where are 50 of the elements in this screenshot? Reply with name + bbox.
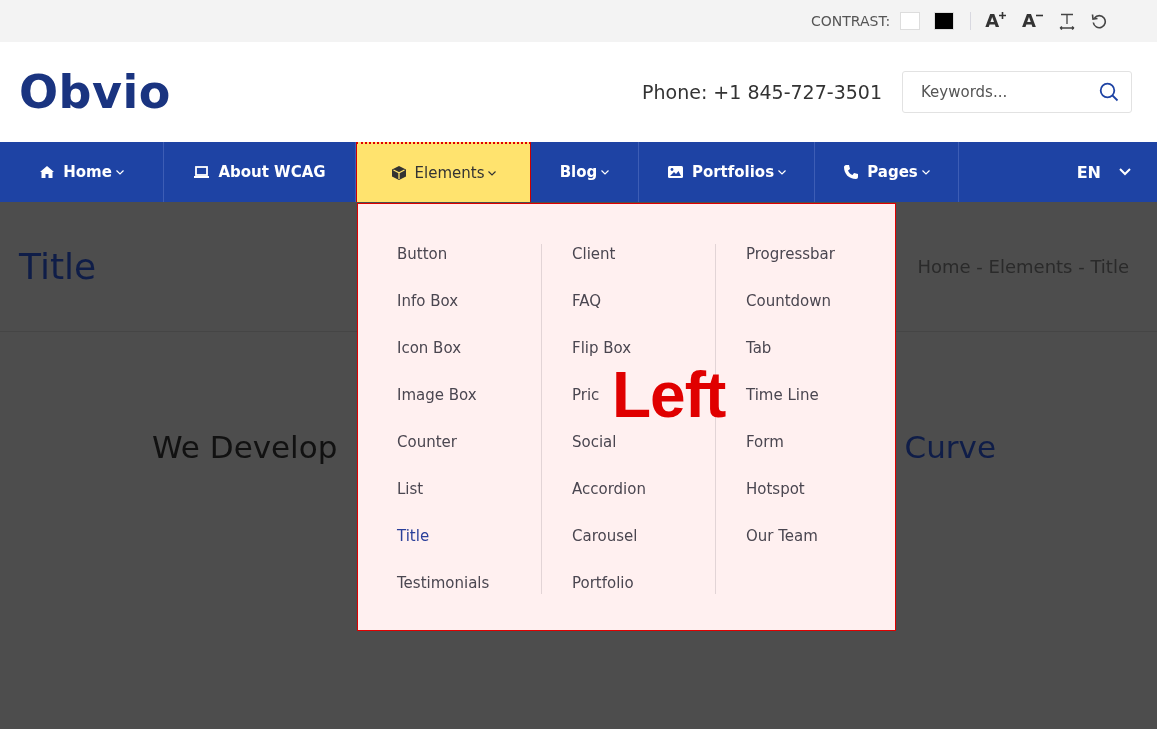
caret-icon <box>488 170 497 176</box>
section-heading: Curve <box>904 429 996 465</box>
contrast-swatch[interactable] <box>900 12 921 30</box>
menu-item[interactable]: Button <box>397 230 448 277</box>
laptop-icon <box>193 165 211 179</box>
menu-item[interactable]: Hotspot <box>746 465 805 512</box>
menu-item[interactable]: Counter <box>397 418 457 465</box>
menu-item[interactable]: Countdown <box>746 277 832 324</box>
phone-icon <box>843 164 860 180</box>
font-size-button[interactable]: A <box>1022 12 1043 30</box>
menu-item[interactable]: Portfolio <box>572 559 634 606</box>
caret-icon <box>778 169 787 175</box>
menu-item[interactable]: Image Box <box>397 371 477 418</box>
menu-item[interactable]: Form <box>746 418 784 465</box>
language-selector[interactable]: EN <box>959 142 1157 202</box>
page-title: Title <box>19 246 97 287</box>
caret-icon <box>921 169 930 175</box>
phone-number: Phone: +1 845-727-3501 <box>642 81 882 103</box>
plus-icon <box>999 12 1007 19</box>
menu-item[interactable]: Accordion <box>572 465 646 512</box>
caret-icon <box>601 169 610 175</box>
caret-icon <box>115 169 124 175</box>
menu-item[interactable]: Progressbar <box>746 230 835 277</box>
menu-item[interactable]: Title <box>397 512 430 559</box>
menu-item[interactable]: Our Team <box>746 512 818 559</box>
section-heading: We Develop <box>152 429 338 465</box>
reset-icon[interactable] <box>1091 13 1107 29</box>
menu-item[interactable]: Testimonials <box>397 559 490 606</box>
search-icon[interactable] <box>1099 82 1119 102</box>
menu-item[interactable]: Tab <box>746 324 772 371</box>
cube-icon <box>390 165 407 181</box>
menu-item[interactable]: Icon Box <box>397 324 461 371</box>
search-field[interactable]: Keywords... <box>902 71 1132 113</box>
menu-item[interactable]: Info Box <box>397 277 459 324</box>
chevron-icon <box>1119 168 1131 176</box>
menu-item[interactable]: Pric <box>572 371 600 418</box>
font-size-button[interactable]: A <box>985 12 1007 30</box>
contrast-label: CONTRAST: <box>810 13 891 29</box>
menu-item[interactable]: Time Line <box>746 371 819 418</box>
contrast-swatch[interactable] <box>934 12 955 30</box>
logo[interactable]: Obvio <box>19 65 643 119</box>
menu-item[interactable]: FAQ <box>572 277 602 324</box>
menu-item[interactable]: Carousel <box>572 512 638 559</box>
minus-icon <box>1036 12 1043 19</box>
nav-item[interactable]: Elements <box>356 142 531 202</box>
image-icon <box>666 165 684 179</box>
menu-item[interactable]: List <box>397 465 424 512</box>
line-height-icon[interactable] <box>1059 12 1075 30</box>
menu-item[interactable]: Client <box>572 230 616 277</box>
home-icon <box>39 165 56 179</box>
